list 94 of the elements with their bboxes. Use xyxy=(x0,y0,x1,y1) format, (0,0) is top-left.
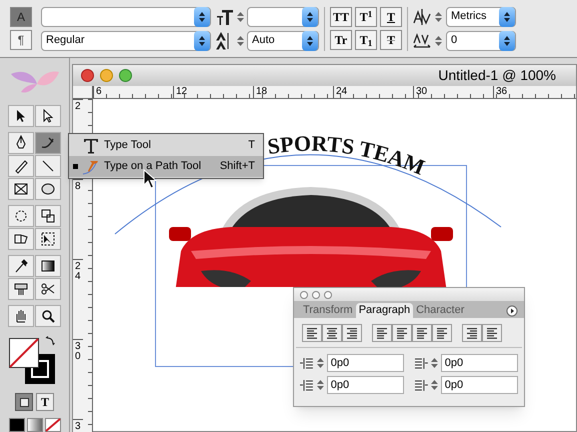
stepper-icon[interactable] xyxy=(434,10,443,24)
panel-tab[interactable]: Paragraph xyxy=(356,303,414,318)
indent-icon xyxy=(414,378,428,392)
selection-tool-icon[interactable] xyxy=(8,105,34,127)
align-button[interactable] xyxy=(302,324,322,342)
align-center-icon xyxy=(324,326,340,340)
indent-field[interactable]: 0p0 xyxy=(326,376,404,394)
indent-icon xyxy=(300,378,314,392)
swap-arrow-icon[interactable] xyxy=(44,336,54,346)
align-button[interactable] xyxy=(372,324,392,342)
dropdown-field[interactable]: Auto xyxy=(247,30,319,50)
menu-item[interactable]: Type on a Path Tool Shift+T xyxy=(69,156,263,177)
gradient-swatch[interactable] xyxy=(26,418,42,432)
indent-field[interactable]: 0p0 xyxy=(440,376,518,394)
fill-stroke-swatches-drawing[interactable] xyxy=(8,338,54,384)
align-right-icon xyxy=(344,326,360,340)
horizontal-ruler: 6 12 18 24 30 36 xyxy=(93,86,576,98)
type-style-button[interactable]: Tr xyxy=(330,30,352,50)
align-button[interactable] xyxy=(482,324,502,342)
type-style-button[interactable]: TT xyxy=(330,7,352,27)
pen-tool-icon[interactable] xyxy=(8,132,34,154)
none-swatch[interactable] xyxy=(44,418,60,432)
updown-icon xyxy=(306,10,314,22)
shear-tool-icon[interactable] xyxy=(8,228,34,250)
text-mode-button[interactable]: T xyxy=(36,393,54,411)
align-button[interactable] xyxy=(462,324,482,342)
type-on-path-icon xyxy=(82,158,100,174)
dropdown-field[interactable]: Metrics xyxy=(446,6,516,26)
align-button[interactable] xyxy=(342,324,362,342)
panel-tab[interactable]: Character xyxy=(413,303,468,318)
path-text: SPORTS TEAM xyxy=(266,130,428,180)
type-on-path-tool-icon[interactable] xyxy=(35,132,61,154)
align-button[interactable] xyxy=(322,324,342,342)
menu-item-label: Type Tool xyxy=(104,138,152,154)
menu-item-label: Type on a Path Tool xyxy=(104,159,202,174)
align-left-icon xyxy=(484,326,500,340)
type-tool-icon xyxy=(82,138,100,154)
hand-tool-icon[interactable] xyxy=(8,305,34,327)
justify-icon xyxy=(394,326,410,340)
dropdown-field[interactable] xyxy=(247,6,319,26)
pencil-tool-icon[interactable] xyxy=(8,155,34,177)
rotate-tool-icon[interactable] xyxy=(8,205,34,227)
dropdown-field[interactable] xyxy=(41,6,211,26)
tracking-icon xyxy=(413,32,431,50)
align-right-icon xyxy=(464,326,480,340)
stepper-icon[interactable] xyxy=(236,10,245,24)
scale-tool-icon[interactable] xyxy=(35,205,61,227)
justify-icon xyxy=(434,326,450,340)
shortcut-label: Shift+T xyxy=(220,159,256,174)
updown-icon xyxy=(198,10,206,22)
color-swatch[interactable] xyxy=(8,418,24,432)
mode-button[interactable]: ¶ xyxy=(10,30,32,50)
type-style-button[interactable]: T$^{1}$ xyxy=(355,7,377,27)
gradient-tool-icon[interactable] xyxy=(35,255,61,277)
updown-icon xyxy=(306,34,314,46)
stepper-icon[interactable] xyxy=(434,34,443,48)
justify-icon xyxy=(374,326,390,340)
close-button[interactable] xyxy=(81,69,94,82)
zoom-button[interactable] xyxy=(119,69,132,82)
direct-selection-tool-icon[interactable] xyxy=(35,105,61,127)
free-transform-tool-icon[interactable] xyxy=(35,228,61,250)
indent-icon xyxy=(300,356,314,370)
ellipse-tool-icon[interactable] xyxy=(35,178,61,200)
align-button[interactable] xyxy=(432,324,452,342)
zoom-tool-icon[interactable] xyxy=(35,305,61,327)
indent-icon xyxy=(414,356,428,370)
scissors-icon[interactable] xyxy=(35,278,61,300)
cursor-arrow-icon xyxy=(143,169,157,189)
line-tool-icon[interactable] xyxy=(35,155,61,177)
align-button[interactable] xyxy=(412,324,432,342)
panel-menu-icon[interactable] xyxy=(506,305,518,317)
dropdown-field[interactable]: Regular xyxy=(41,30,211,50)
mode-button[interactable]: A xyxy=(10,7,32,27)
align-button[interactable] xyxy=(392,324,412,342)
font-size-icon xyxy=(216,8,234,26)
minimize-button[interactable] xyxy=(100,69,113,82)
rectangle-frame-tool-icon[interactable] xyxy=(8,178,34,200)
window-title: Untitled-1 @ 100% xyxy=(438,66,556,85)
kerning-icon xyxy=(413,8,431,26)
dropdown-field[interactable]: 0 xyxy=(446,30,516,50)
align-left-icon xyxy=(304,326,320,340)
indent-field[interactable]: 0p0 xyxy=(440,354,518,372)
type-style-button[interactable]: T$_{1}$ xyxy=(355,30,377,50)
updown-icon xyxy=(503,34,511,46)
stepper-icon[interactable] xyxy=(236,34,245,48)
type-style-button[interactable]: T xyxy=(380,7,402,27)
updown-icon xyxy=(503,10,511,22)
shortcut-label: T xyxy=(248,138,256,154)
updown-icon xyxy=(198,34,206,46)
container-mode-button[interactable] xyxy=(15,393,33,411)
panel-tab[interactable]: Transform xyxy=(300,303,356,318)
justify-icon xyxy=(414,326,430,340)
bullet-icon xyxy=(73,164,78,169)
indent-field[interactable]: 0p0 xyxy=(326,354,404,372)
